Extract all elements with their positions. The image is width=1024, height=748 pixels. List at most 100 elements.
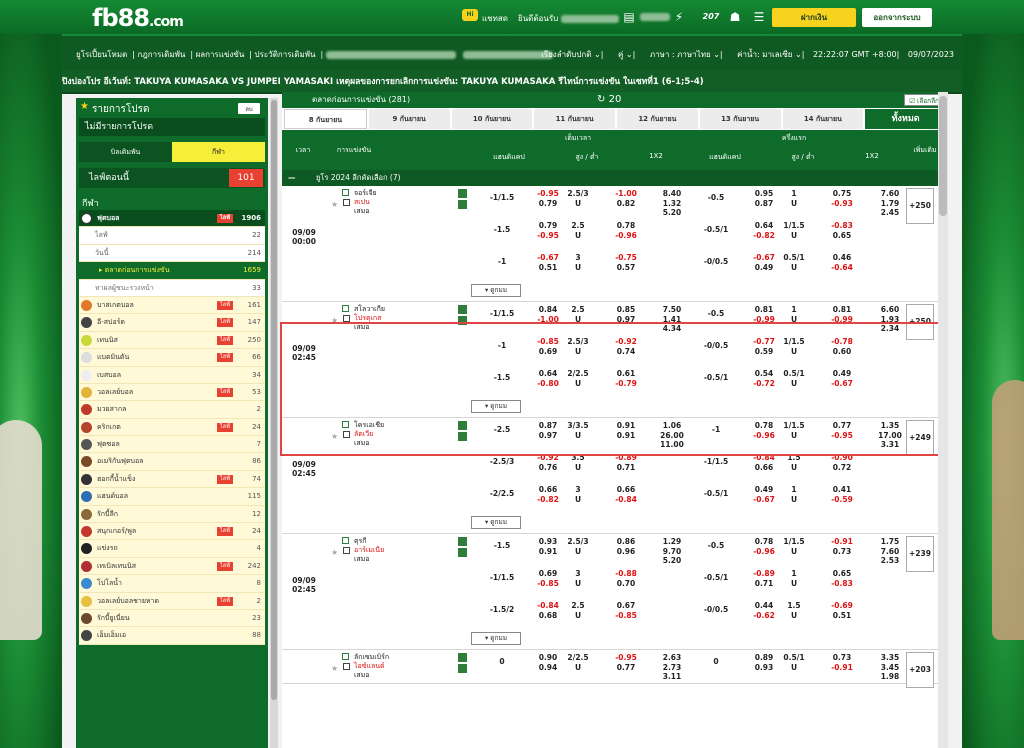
ft-ou-line[interactable]: 2.5	[560, 305, 596, 315]
sidebar-item-sport[interactable]: แบดมินตัน ไลฟ์ 66	[79, 349, 265, 367]
stats-icon[interactable]	[342, 189, 349, 196]
ft-1x2-odds[interactable]: 2.63	[654, 653, 690, 663]
fh-1x2-odds[interactable]: 1.98	[872, 672, 908, 682]
date-tab-item[interactable]: 11 กันยายน	[534, 109, 615, 129]
fh-over-odds[interactable]: -0.69	[824, 601, 860, 611]
favorite-star-icon[interactable]: ★	[331, 548, 338, 557]
fh-over-odds[interactable]: 0.46	[824, 253, 860, 263]
sidebar-item-sport[interactable]: สนุกเกอร์/พูล ไลฟ์ 24	[79, 523, 265, 541]
sidebar-item-sport[interactable]: แฮนด์บอล 115	[79, 488, 265, 506]
refresh-balance-icon[interactable]: ⚡	[672, 10, 686, 24]
fh-ou-line[interactable]: 1	[776, 569, 812, 579]
refresh-icon[interactable]: ↻ 20	[597, 92, 621, 108]
fh-ou-line[interactable]: 1	[776, 305, 812, 315]
live-stream-icon[interactable]	[458, 200, 467, 209]
sidebar-item-football[interactable]: ฟุตบอล ไลฟ์ 1906	[79, 210, 265, 228]
ft-ou-under-label[interactable]: U	[560, 495, 596, 505]
home-team[interactable]: สโลวาเกีย	[354, 305, 385, 314]
ft-1x2-odds[interactable]: 9.70	[654, 547, 690, 557]
fh-ou-under-label[interactable]: U	[776, 663, 812, 673]
fh-ou-line[interactable]: 1/1.5	[776, 537, 812, 547]
favorite-star-icon[interactable]: ★	[331, 200, 338, 209]
sidebar-item-sport[interactable]: มวยสากล 2	[79, 401, 265, 419]
ft-ou-line[interactable]: 2.5	[560, 601, 596, 611]
fh-over-odds[interactable]: -0.83	[824, 221, 860, 231]
ft-under-odds[interactable]: 0.96	[608, 547, 644, 557]
sidebar-scrollbar[interactable]	[270, 98, 278, 748]
fh-over-odds[interactable]: 0.65	[824, 569, 860, 579]
ft-under-odds[interactable]: 0.77	[608, 663, 644, 673]
ft-over-odds[interactable]: 0.67	[608, 601, 644, 611]
fh-ou-under-label[interactable]: U	[776, 579, 812, 589]
collapse-icon[interactable]: —	[288, 170, 296, 186]
ft-1x2-odds[interactable]: 8.40	[654, 189, 690, 199]
ft-1x2-odds[interactable]: 2.73	[654, 663, 690, 673]
tab-all-dates[interactable]: ทั้งหมด	[865, 109, 946, 129]
sidebar-item-sport[interactable]: เทนนิส ไลฟ์ 250	[79, 332, 265, 350]
sidebar-item-sport[interactable]: อี-สปอร์ต ไลฟ์ 147	[79, 314, 265, 332]
user-icon[interactable]: ☗	[728, 10, 742, 24]
ft-ou-line[interactable]: 2.5/3	[560, 537, 596, 547]
live-tv-icon[interactable]	[343, 663, 350, 670]
ft-ou-line[interactable]: 2/2.5	[560, 653, 596, 663]
ft-over-odds[interactable]: 0.85	[608, 305, 644, 315]
ft-over-odds[interactable]: -0.95	[608, 653, 644, 663]
nav-european-mode[interactable]: ยูโรเปี้ยนโหมด	[76, 50, 127, 59]
sidebar-item-sport[interactable]: อเมริกันฟุตบอล 86	[79, 453, 265, 471]
sidebar-item-sport[interactable]: เอ็มเอ็มเอ 88	[79, 627, 265, 645]
ft-over-odds[interactable]: -0.88	[608, 569, 644, 579]
ft-handicap-line[interactable]: -1/1.5	[480, 573, 524, 583]
away-team[interactable]: ไอซ์แลนด์	[354, 662, 389, 671]
live-tv-icon[interactable]	[343, 199, 350, 206]
ft-under-odds[interactable]: -0.85	[608, 611, 644, 621]
home-team[interactable]: ตุรกี	[354, 537, 384, 546]
show-more-button[interactable]: ▾ ดูกมม	[471, 284, 521, 297]
content-scrollbar[interactable]	[938, 92, 948, 748]
date-tab-item[interactable]: 13 กันยายน	[699, 109, 781, 129]
ft-ou-line[interactable]: 2.5	[560, 221, 596, 231]
fh-handicap-line[interactable]: -0/0.5	[694, 605, 738, 615]
fh-1x2-odds[interactable]: 7.60	[872, 189, 908, 199]
fh-ou-under-label[interactable]: U	[776, 463, 812, 473]
stats-chart-icon[interactable]	[458, 305, 467, 314]
fh-handicap-line[interactable]: 0	[694, 657, 738, 667]
sidebar-sub-early[interactable]: ▸ ตลาดก่อนการแข่งขัน 1659	[79, 262, 265, 280]
ft-ou-line[interactable]: 2.5/3	[560, 189, 596, 199]
show-more-button[interactable]: ▾ ดูกมม	[471, 632, 521, 645]
more-markets-button[interactable]: +239	[906, 536, 934, 572]
ft-handicap-line[interactable]: 0	[480, 657, 524, 667]
fh-under-odds[interactable]: -0.83	[824, 579, 860, 589]
fh-handicap-line[interactable]: -0.5/1	[694, 225, 738, 235]
fh-handicap-line[interactable]: -0/0.5	[694, 257, 738, 267]
fh-ou-under-label[interactable]: U	[776, 495, 812, 505]
sort-select[interactable]: เรียงลำดับปกติ ⌄	[535, 50, 601, 59]
ft-over-odds[interactable]: 0.78	[608, 221, 644, 231]
fh-1x2-odds[interactable]: 2.53	[872, 556, 908, 566]
stats-icon[interactable]	[342, 537, 349, 544]
fh-handicap-line[interactable]: -0.5/1	[694, 489, 738, 499]
ft-1x2-odds[interactable]: 5.20	[654, 556, 690, 566]
ft-ou-line[interactable]: 3	[560, 485, 596, 495]
sidebar-item-sport[interactable]: บาสเกตบอล ไลฟ์ 161	[79, 297, 265, 315]
ft-ou-under-label[interactable]: U	[560, 579, 596, 589]
ft-under-odds[interactable]: 0.70	[608, 579, 644, 589]
ft-ou-under-label[interactable]: U	[560, 199, 596, 209]
ft-handicap-line[interactable]: -2.5/3	[480, 457, 524, 467]
fh-under-odds[interactable]: 0.65	[824, 231, 860, 241]
fh-handicap-line[interactable]: -0.5	[694, 193, 738, 203]
stats-icon[interactable]	[342, 305, 349, 312]
live-chat-link[interactable]: แชทสด	[482, 12, 508, 25]
ft-under-odds[interactable]: -0.96	[608, 231, 644, 241]
promo-icon[interactable]: 207	[700, 10, 722, 24]
fh-under-odds[interactable]: 0.51	[824, 611, 860, 621]
more-markets-button[interactable]: +203	[906, 652, 934, 688]
sidebar-item-sport[interactable]: ฟุตซอล 7	[79, 436, 265, 454]
fh-ou-line[interactable]: 1/1.5	[776, 221, 812, 231]
fh-ou-line[interactable]: 0.5/1	[776, 653, 812, 663]
ft-handicap-line[interactable]: -2/2.5	[480, 489, 524, 499]
more-markets-button[interactable]: +250	[906, 188, 934, 224]
fh-over-odds[interactable]: 0.81	[824, 305, 860, 315]
ft-1x2-odds[interactable]: 7.50	[654, 305, 690, 315]
fh-ou-under-label[interactable]: U	[776, 231, 812, 241]
home-team[interactable]: ลักเซมเบิร์ก	[354, 653, 389, 662]
